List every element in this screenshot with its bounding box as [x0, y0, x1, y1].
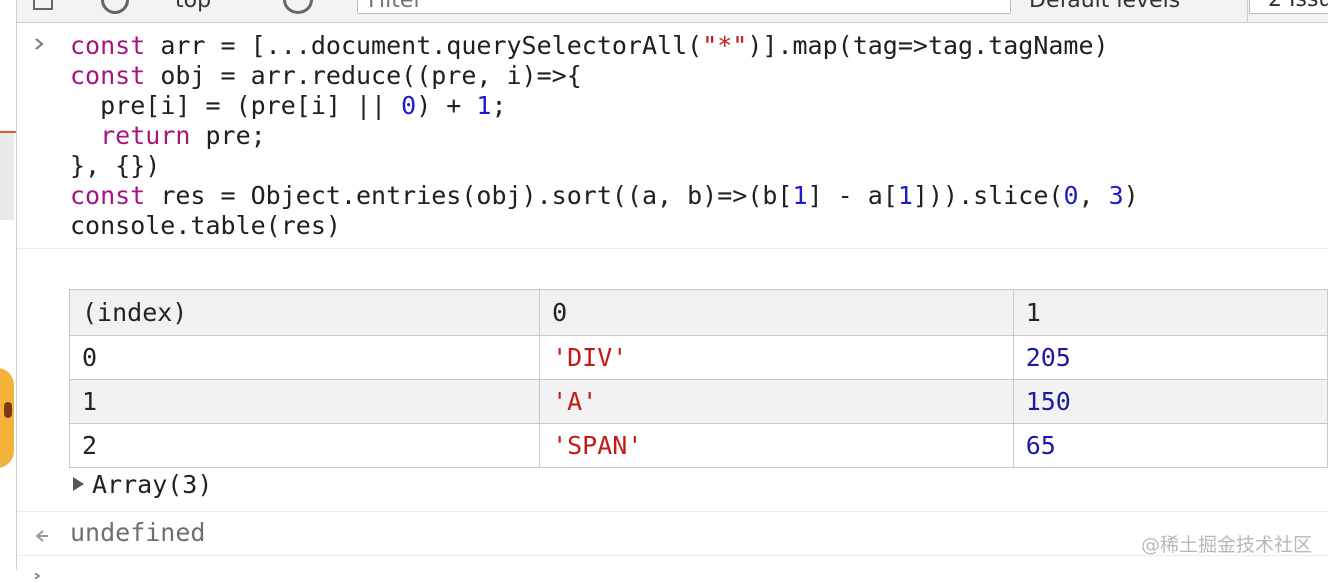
table-cell-tag: 'SPAN' [539, 423, 1014, 468]
issues-button[interactable]: 2 Issues [1249, 0, 1328, 14]
column-header-index[interactable]: (index) [68, 289, 541, 336]
code-line-6-end: ) [1123, 181, 1139, 210]
number-literal: 0 [1063, 181, 1079, 210]
code-line-6-mid: ] - a[ [807, 181, 898, 210]
string-literal: "*" [702, 31, 748, 60]
code-line-2: obj = arr.reduce((pre, i)=>{ [160, 61, 582, 90]
page-edge-strip [0, 0, 16, 570]
code-line-4: pre; [205, 121, 266, 150]
keyword-const: const [70, 181, 146, 210]
table-cell-tag: 'A' [539, 379, 1014, 424]
code-block[interactable]: const arr = [...document.querySelectorAl… [70, 31, 1139, 241]
code-line-6-mid2: ])).slice( [912, 181, 1064, 210]
console-table: (index) 0 1 0 'DIV' 205 1 'A' 150 2 'SPA… [68, 289, 1328, 468]
table-row: 2 'SPAN' 65 [68, 423, 1328, 468]
filter-box[interactable] [357, 0, 1011, 14]
code-line-1: arr = [...document.querySelectorAll( [160, 31, 703, 60]
code-line-7: console.table(res) [70, 211, 341, 240]
table-cell-index: 0 [68, 335, 541, 380]
input-chevron-icon [33, 37, 47, 51]
prompt-divider [17, 555, 1328, 556]
code-line-1-end: )].map(tag=>tag.tagName) [747, 31, 1109, 60]
sidebar-toggle-icon[interactable] [33, 0, 53, 10]
code-line-3-mid: ) + [416, 91, 477, 120]
issues-label: 2 Issues [1268, 0, 1328, 12]
number-literal: 3 [1108, 181, 1124, 210]
column-header-0[interactable]: 0 [539, 289, 1014, 336]
table-row: 1 'A' 150 [68, 379, 1328, 424]
code-line-6: res = Object.entries(obj).sort((a, b)=>(… [160, 181, 793, 210]
keyword-return: return [100, 121, 191, 150]
console-toolbar: top Default levels 2 Issues [17, 0, 1328, 23]
array-summary-toggle[interactable]: Array(3) [73, 470, 212, 499]
toolbar-divider [1247, 0, 1248, 22]
page-edge-accent-line [0, 131, 16, 133]
table-row: 0 'DIV' 205 [68, 335, 1328, 380]
keyword-const: const [70, 31, 146, 60]
return-arrow-icon [33, 528, 49, 547]
number-literal: 1 [792, 181, 808, 210]
return-value: undefined [70, 518, 206, 547]
table-header-row: (index) 0 1 [68, 289, 1328, 336]
table-cell-index: 2 [68, 423, 541, 468]
console-input-entry: const arr = [...document.querySelectorAl… [17, 31, 1328, 249]
context-selector[interactable]: top [175, 0, 211, 13]
live-expression-eye-icon[interactable] [283, 0, 313, 14]
number-literal: 1 [897, 181, 913, 210]
array-summary-label: Array(3) [92, 470, 213, 499]
expand-triangle-icon[interactable] [73, 477, 84, 491]
page-edge-avatar [0, 368, 14, 468]
number-literal: 1 [476, 91, 492, 120]
keyword-const: const [70, 61, 146, 90]
number-literal: 0 [401, 91, 417, 120]
code-line-3-end: ; [491, 91, 507, 120]
filter-input[interactable] [366, 0, 970, 14]
code-line-5: }, {}) [70, 151, 161, 180]
table-cell-count: 65 [1012, 423, 1328, 468]
table-cell-index: 1 [68, 379, 541, 424]
code-line-3: pre[i] = (pre[i] || [100, 91, 402, 120]
clear-console-icon[interactable] [101, 0, 129, 14]
watermark: @稀土掘金技术社区 [1140, 534, 1312, 556]
column-header-1[interactable]: 1 [1012, 289, 1328, 336]
table-cell-count: 150 [1012, 379, 1328, 424]
code-line-6-mid3: , [1078, 181, 1109, 210]
entry-divider [17, 248, 1328, 249]
page-edge-block [0, 130, 14, 220]
output-divider [17, 511, 1328, 512]
next-prompt-chevron-icon[interactable] [33, 564, 43, 580]
table-cell-tag: 'DIV' [539, 335, 1014, 380]
levels-dropdown[interactable]: Default levels [1029, 0, 1180, 13]
table-cell-count: 205 [1012, 335, 1328, 380]
console-panel: const arr = [...document.querySelectorAl… [17, 23, 1328, 580]
